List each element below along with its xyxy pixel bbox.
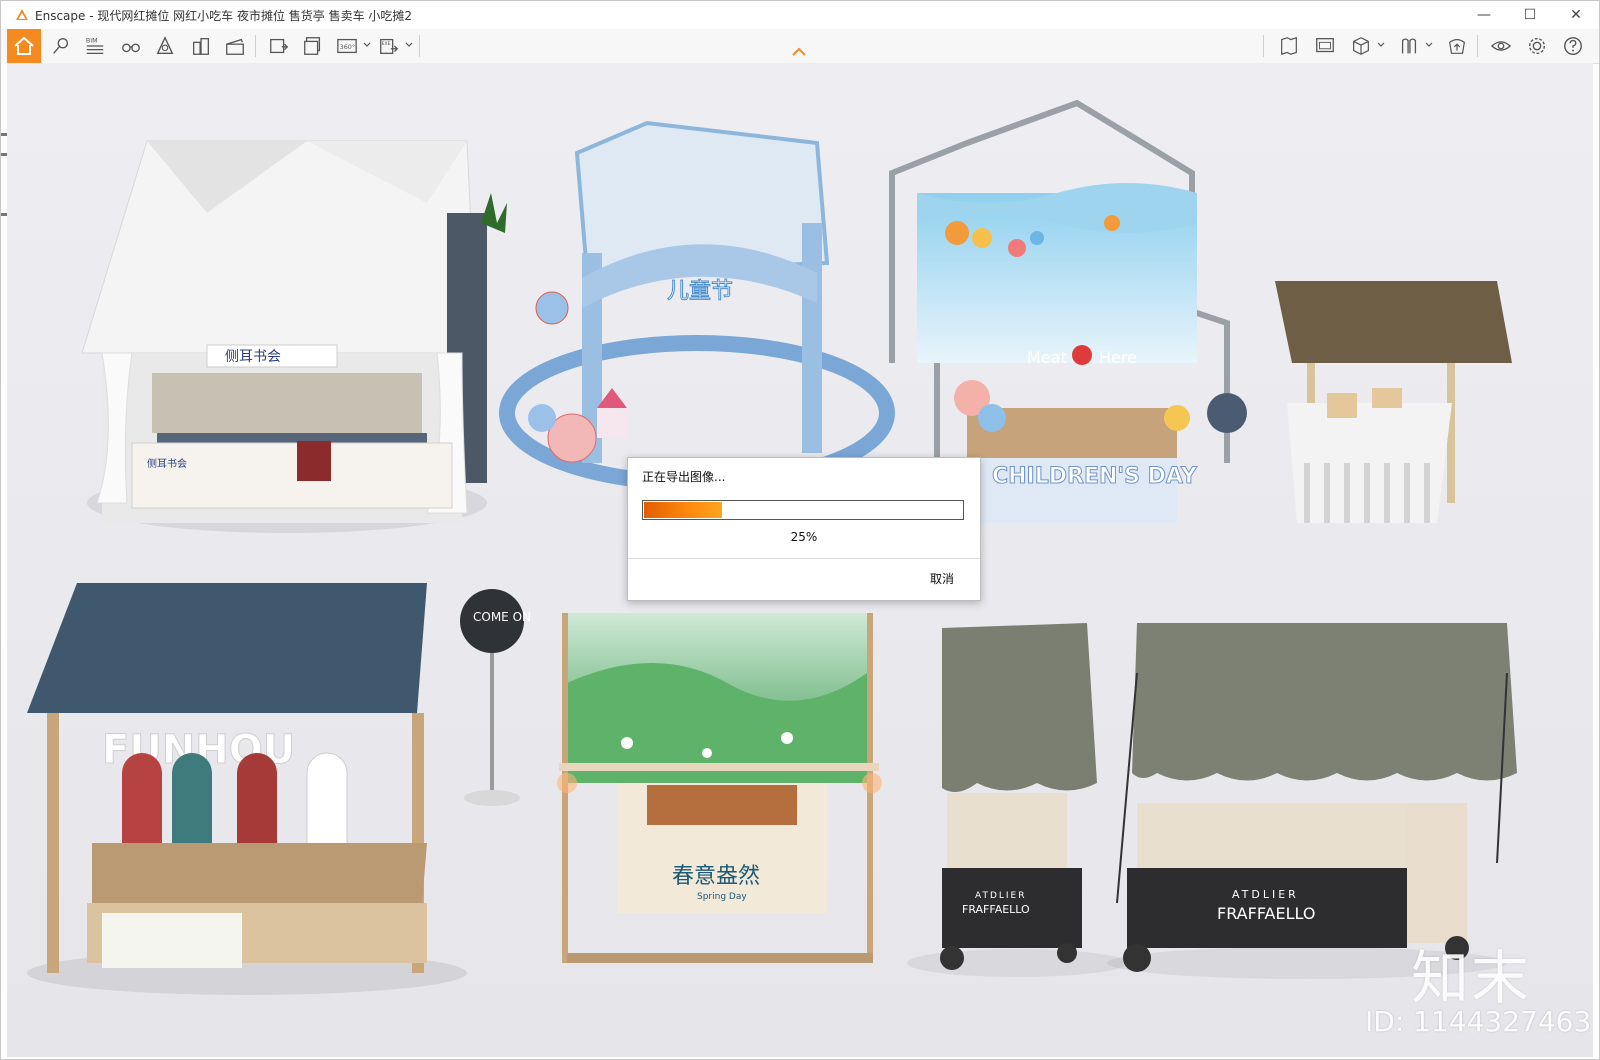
settings-button[interactable]	[1523, 32, 1551, 60]
book-tent-stall: 侧耳书会 侧耳书会	[81, 140, 507, 533]
here-sign: Here	[1099, 348, 1137, 367]
childrens-day-arch: 儿童节	[499, 120, 895, 491]
materials-icon	[1281, 36, 1297, 56]
bim-button[interactable]: BIM	[81, 32, 109, 60]
perspective-button[interactable]	[151, 32, 179, 60]
batch-render-icon	[304, 37, 321, 55]
library-icon	[1401, 38, 1417, 54]
kids-day-sign: 儿童节	[667, 279, 733, 304]
window-title: Enscape - 现代网红摊位 网红小吃车 夜市摊位 售货亭 售卖车 小吃摊2	[35, 8, 413, 23]
chevron-down-icon[interactable]	[1425, 41, 1433, 49]
raffaello-small-cart: ATDLIER FRAFFAELLO	[907, 623, 1127, 977]
binoculars-button[interactable]	[117, 32, 145, 60]
chevron-down-icon[interactable]	[1377, 41, 1385, 49]
upload-icon	[1449, 38, 1465, 54]
cube-button[interactable]	[1347, 32, 1375, 60]
toolbar-separator	[255, 35, 256, 57]
collapse-toolbar-icon[interactable]	[791, 47, 807, 57]
dialog-divider	[628, 558, 980, 559]
export-progress-bar	[642, 500, 964, 520]
striped-kiosk	[1275, 281, 1512, 523]
title-bar: Enscape - 现代网红摊位 网红小吃车 夜市摊位 售货亭 售卖车 小吃摊2…	[1, 1, 1599, 30]
perspective-icon	[156, 36, 174, 55]
export-image-button[interactable]	[265, 32, 293, 60]
help-icon	[1564, 37, 1582, 55]
spring-sign: 春意盎然	[672, 864, 760, 889]
screenshot-icon	[1316, 38, 1334, 53]
screenshot-button[interactable]	[1311, 32, 1339, 60]
atelier-sign-1: ATDLIER	[975, 891, 1027, 901]
bookstore-sign-small: 侧耳书会	[147, 457, 187, 470]
come-on-sign: COME ON	[473, 610, 531, 624]
enscape-logo-icon	[16, 9, 28, 20]
svg-text:BIM: BIM	[86, 36, 98, 44]
eye-icon	[1490, 41, 1512, 51]
cancel-button[interactable]: 取消	[930, 570, 954, 587]
clapperboard-button[interactable]	[221, 32, 249, 60]
map-pin-button[interactable]	[47, 32, 75, 60]
enscape-window: Enscape - 现代网红摊位 网红小吃车 夜市摊位 售货亭 售卖车 小吃摊2…	[0, 0, 1600, 1060]
raffaello-sign-2: FRAFFAELLO	[1217, 904, 1315, 923]
raffaello-large-cart: ATDLIER FRAFFAELLO	[1107, 623, 1517, 979]
export-image-icon	[270, 38, 289, 54]
clapperboard-icon	[226, 38, 244, 55]
exe-export-icon: EXE	[380, 38, 399, 54]
raffaello-sign-1: FRAFFAELLO	[962, 903, 1030, 916]
map-pin-icon	[53, 37, 69, 54]
chevron-down-icon[interactable]	[405, 41, 413, 49]
progress-percent: 25%	[790, 530, 818, 544]
toolbar-separator	[1477, 35, 1478, 57]
home-button[interactable]	[7, 29, 41, 63]
spring-day-stall: 春意盎然 Spring Day	[557, 613, 882, 963]
dialog-title: 正在导出图像...	[642, 470, 726, 484]
bookstore-sign: 侧耳书会	[225, 349, 281, 365]
watermark-id: ID: 1144327463	[1365, 1005, 1592, 1038]
library-button[interactable]	[1395, 32, 1423, 60]
toolbar-separator	[1263, 35, 1264, 57]
atelier-sign-2: ATDLIER	[1232, 888, 1299, 901]
binoculars-icon	[122, 43, 140, 53]
home-icon	[14, 36, 34, 55]
svg-text:360°: 360°	[340, 43, 355, 51]
settings-icon	[1528, 37, 1546, 55]
panorama-360-icon: 360°	[337, 38, 357, 54]
meat-sign: Meat	[1027, 348, 1067, 367]
batch-render-button[interactable]	[299, 32, 327, 60]
chevron-down-icon[interactable]	[363, 41, 371, 49]
buildings-icon	[193, 38, 209, 55]
surfboard-stall: FUNHOU COME ON	[27, 583, 531, 995]
bim-icon: BIM	[86, 36, 104, 54]
toolbar-separator	[419, 35, 420, 57]
progress-fill	[644, 502, 722, 518]
exe-export-button[interactable]: EXE	[375, 32, 403, 60]
upload-button[interactable]	[1443, 32, 1471, 60]
buildings-button[interactable]	[187, 32, 215, 60]
panorama-button[interactable]: 360°	[333, 32, 361, 60]
cube-icon	[1353, 37, 1369, 55]
close-button[interactable]: ✕	[1553, 1, 1599, 29]
materials-button[interactable]	[1275, 32, 1303, 60]
help-button[interactable]	[1559, 32, 1587, 60]
spring-sign-en: Spring Day	[697, 892, 747, 902]
childrens-sign: CHILDREN'S DAY	[992, 464, 1198, 489]
visual-settings-button[interactable]	[1487, 32, 1515, 60]
minimize-button[interactable]: —	[1461, 1, 1507, 29]
watermark-logo: 知末	[1411, 944, 1532, 1012]
window-controls: — ☐ ✕	[1461, 1, 1599, 29]
export-progress-dialog: 正在导出图像... 25% 取消	[627, 457, 981, 601]
svg-text:EXE: EXE	[382, 41, 391, 47]
maximize-button[interactable]: ☐	[1507, 1, 1553, 29]
